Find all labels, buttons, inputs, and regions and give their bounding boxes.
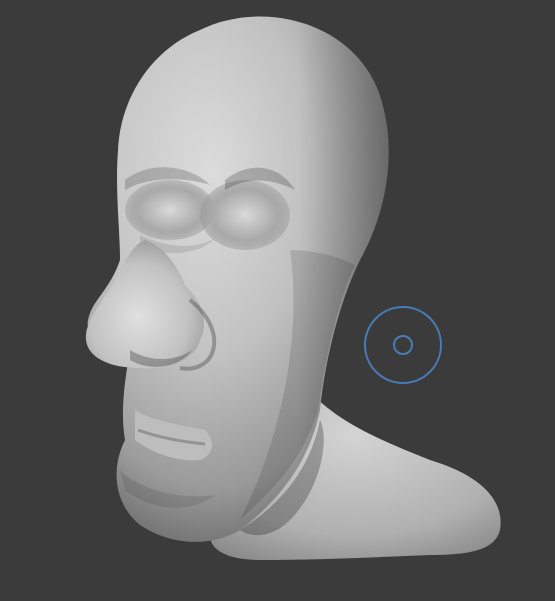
sculpt-viewport[interactable] — [0, 0, 555, 601]
sculpted-head-model — [85, 16, 501, 560]
brush-cursor-icon — [364, 306, 442, 384]
